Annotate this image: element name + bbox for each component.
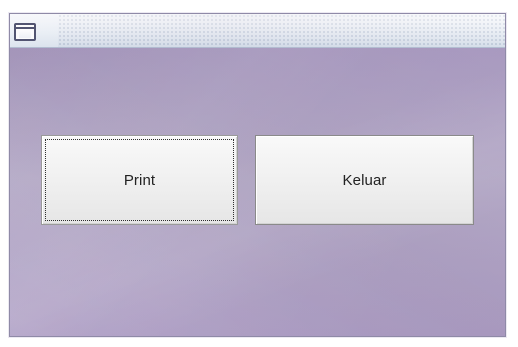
title-bar[interactable] bbox=[10, 14, 505, 48]
app-window: Print Keluar bbox=[9, 13, 506, 337]
keluar-button-label: Keluar bbox=[342, 171, 387, 189]
print-button-label: Print bbox=[123, 171, 156, 189]
print-button[interactable]: Print bbox=[41, 135, 238, 225]
client-area: Print Keluar bbox=[10, 14, 505, 336]
keluar-button[interactable]: Keluar bbox=[255, 135, 474, 225]
window-icon[interactable] bbox=[14, 23, 36, 41]
